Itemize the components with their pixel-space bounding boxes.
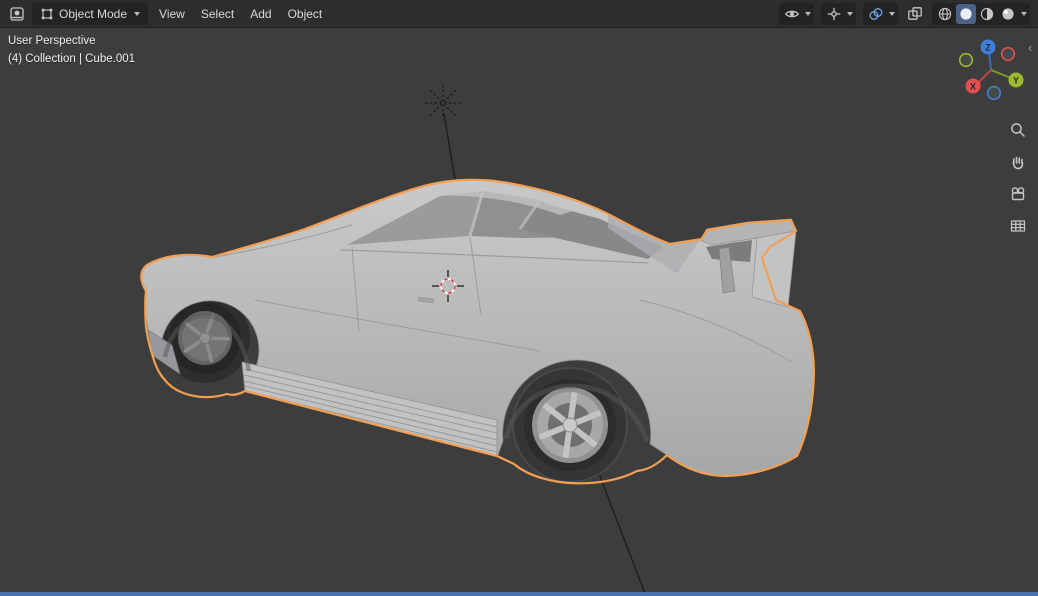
viewport-3d: User Perspective (4) Collection | Cube.0… [0,28,1038,596]
viewport-editor-icon [9,6,25,22]
toggle-ortho-grid-icon[interactable] [1006,214,1030,238]
axis-ball-neg-x[interactable] [1000,46,1016,62]
menu-select[interactable]: Select [193,3,242,25]
axis-ball-neg-y[interactable] [958,52,974,68]
menu-view[interactable]: View [151,3,193,25]
viewport-side-tools [1006,118,1030,238]
mode-label: Object Mode [59,6,128,21]
object-visibility-group [779,2,814,25]
shading-material-icon[interactable] [977,4,997,24]
axis-ball-y[interactable]: Y [1008,72,1024,88]
svg-text:Y: Y [1013,76,1019,86]
editor-type-button[interactable] [5,3,29,25]
header-menus: View Select Add Object [151,3,330,25]
axis-ball-x[interactable]: X [965,78,981,94]
navigation-gizmo[interactable]: Z Y X [956,36,1026,106]
chevron-down-icon [134,11,141,16]
menu-add[interactable]: Add [242,3,279,25]
zoom-icon[interactable] [1006,118,1030,142]
show-overlays-group [863,2,898,25]
xray-icon[interactable] [905,4,925,24]
show-gizmo-group [821,2,856,25]
shading-solid-icon[interactable] [956,3,976,24]
chevron-down-icon[interactable] [1021,11,1027,16]
active-object-breadcrumb: (4) Collection | Cube.001 [8,53,135,65]
svg-text:Z: Z [985,43,991,53]
overlays-icon[interactable] [866,4,886,24]
area-divider[interactable] [0,592,1038,596]
camera-view-icon[interactable] [1006,182,1030,206]
viewport-header: Object Mode View Select Add Object [0,0,1038,28]
mode-selector[interactable]: Object Mode [32,2,149,25]
shading-rendered-icon[interactable] [998,4,1018,24]
empty-object[interactable] [425,85,461,121]
menu-object[interactable]: Object [280,3,331,25]
axis-ball-z[interactable]: Z [980,39,996,55]
gizmo-icon[interactable] [824,4,844,24]
header-right-controls [779,2,1033,25]
sidebar-collapse-arrow[interactable]: ‹ [1028,41,1038,54]
chevron-down-icon[interactable] [805,11,811,16]
pan-hand-icon[interactable] [1006,150,1030,174]
svg-text:X: X [970,82,976,92]
shading-wireframe-icon[interactable] [935,4,955,24]
visibility-eye-icon[interactable] [782,4,802,24]
axis-ball-neg-z[interactable] [986,85,1002,101]
chevron-down-icon[interactable] [889,11,895,16]
viewport-canvas[interactable] [0,28,1038,596]
view-perspective-label: User Perspective [8,35,96,47]
chevron-down-icon[interactable] [847,11,853,16]
shading-mode-group [932,2,1030,25]
object-mode-icon [40,7,54,21]
